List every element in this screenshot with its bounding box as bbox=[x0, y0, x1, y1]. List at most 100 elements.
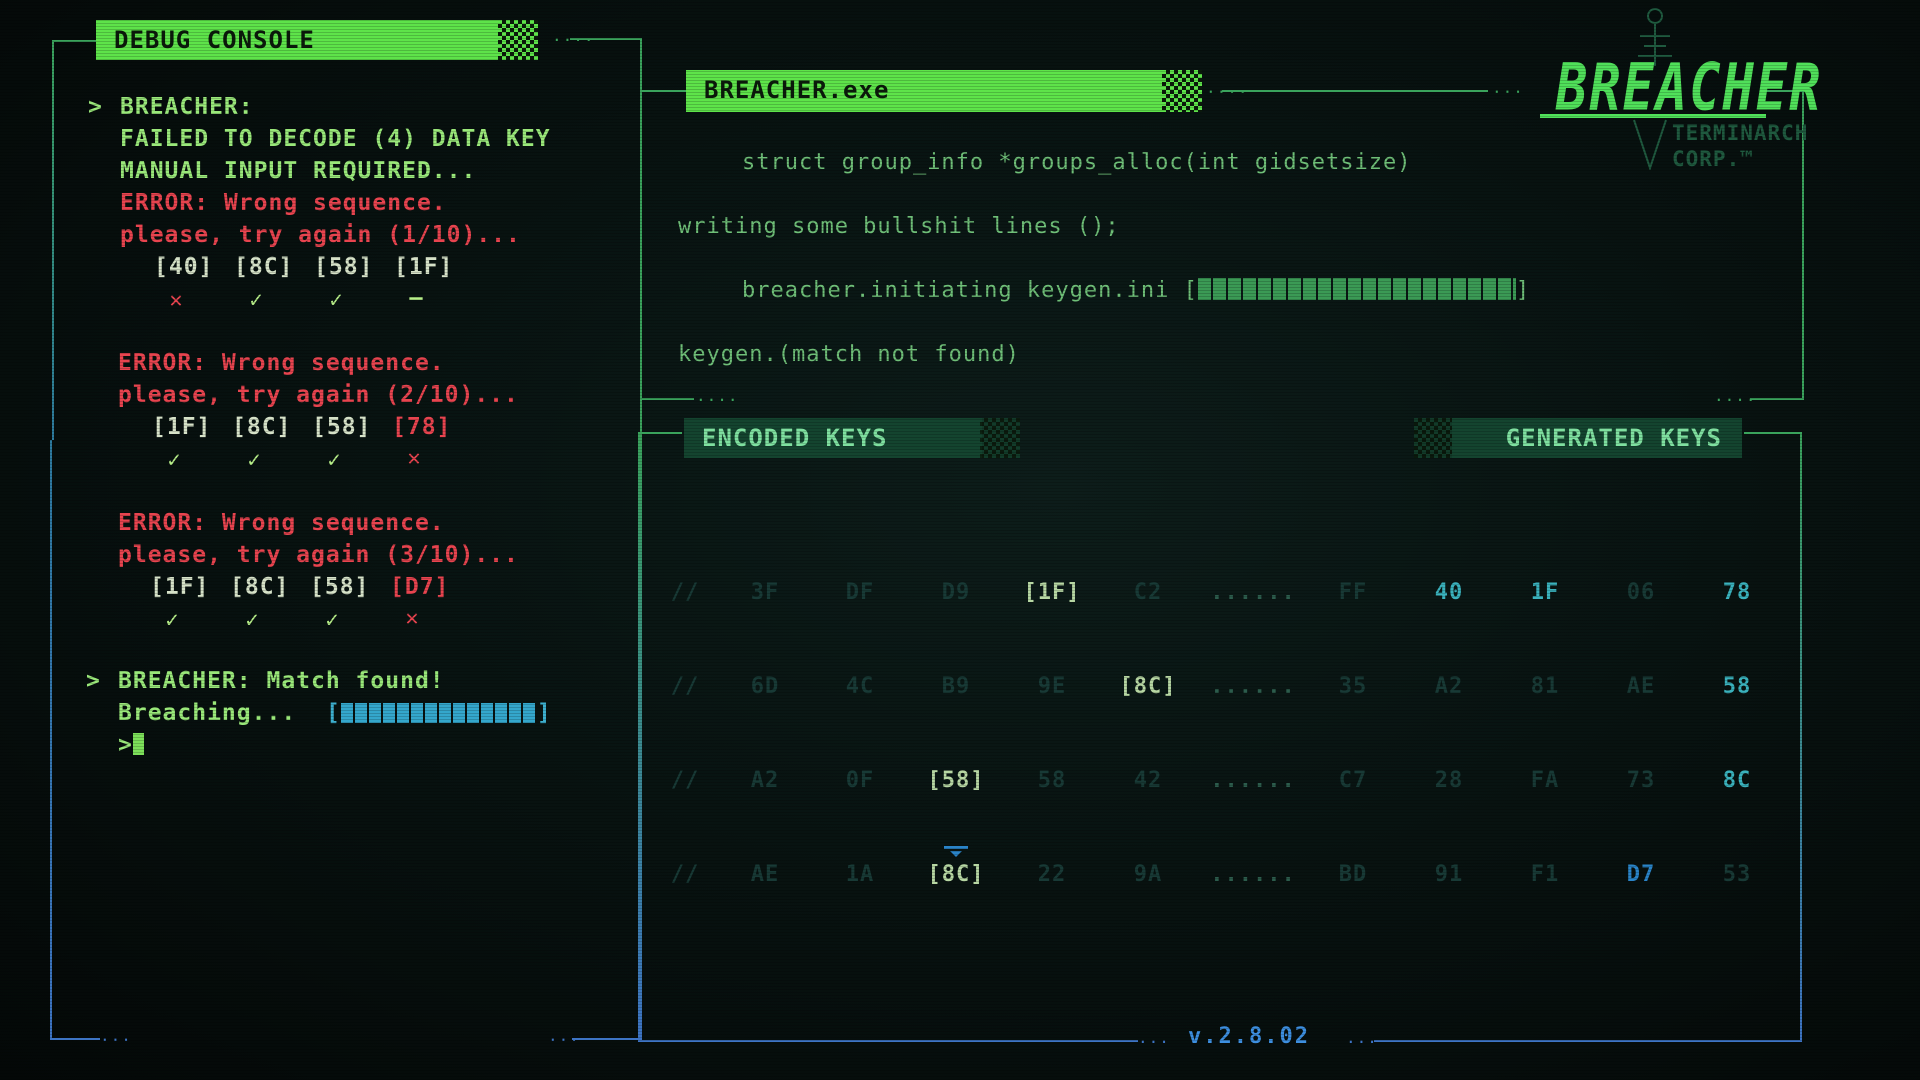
generated-key-cell[interactable]: FA bbox=[1500, 768, 1590, 793]
encoded-key-cell[interactable]: D9 bbox=[911, 580, 1001, 605]
console-input[interactable]: > bbox=[118, 732, 144, 758]
attempt-key: [1F] bbox=[394, 254, 454, 280]
logo-underline bbox=[1540, 114, 1766, 118]
frame-line bbox=[640, 90, 642, 398]
key-separator: ...... bbox=[1210, 862, 1296, 887]
frame-line bbox=[640, 398, 694, 400]
frame-line bbox=[1744, 432, 1802, 434]
error-line: ERROR: Wrong sequence. bbox=[118, 510, 445, 536]
logo-shield-icon bbox=[1633, 119, 1667, 170]
encoded-key-cell[interactable]: [8C] bbox=[911, 862, 1001, 887]
encoded-key-cell[interactable]: 3F bbox=[720, 580, 810, 605]
generated-key-cell[interactable]: C7 bbox=[1308, 768, 1398, 793]
frame-dots: ... bbox=[1346, 1028, 1378, 1047]
frame-line bbox=[640, 432, 682, 434]
generated-key-cell[interactable]: AE bbox=[1596, 674, 1686, 699]
fail-icon: ✕ bbox=[169, 288, 183, 313]
generated-keys-title: GENERATED KEYS bbox=[1452, 418, 1742, 458]
retry-line: please, try again (1/10)... bbox=[120, 222, 521, 248]
selection-arrow-icon bbox=[944, 846, 968, 857]
encoded-key-cell[interactable]: DF bbox=[815, 580, 905, 605]
check-icon: ✓ bbox=[167, 448, 181, 473]
generated-key-cell[interactable]: 81 bbox=[1500, 674, 1590, 699]
generated-key-cell[interactable]: 8C bbox=[1692, 768, 1782, 793]
pending-icon: – bbox=[409, 286, 423, 311]
row-prefix: // bbox=[670, 580, 700, 605]
tab-checker-decor bbox=[980, 418, 1020, 458]
encoded-key-cell[interactable]: 58 bbox=[1007, 768, 1097, 793]
attempt-key: [58] bbox=[310, 574, 370, 600]
check-icon: ✓ bbox=[165, 608, 179, 633]
generated-key-cell[interactable]: 1F bbox=[1500, 580, 1590, 605]
generated-key-cell[interactable]: BD bbox=[1308, 862, 1398, 887]
attempt-key: [1F] bbox=[150, 574, 210, 600]
encoded-key-cell[interactable]: A2 bbox=[720, 768, 810, 793]
generated-key-cell[interactable]: 40 bbox=[1404, 580, 1494, 605]
encoded-key-cell[interactable]: 0F bbox=[815, 768, 905, 793]
attempt-key: [58] bbox=[312, 414, 372, 440]
error-line: ERROR: Wrong sequence. bbox=[120, 190, 447, 216]
encoded-key-cell[interactable]: 9E bbox=[1007, 674, 1097, 699]
check-icon: ✓ bbox=[249, 288, 263, 313]
generated-key-cell[interactable]: 78 bbox=[1692, 580, 1782, 605]
frame-line bbox=[638, 1040, 1138, 1042]
frame-line bbox=[50, 1038, 100, 1040]
frame-line bbox=[1750, 398, 1804, 400]
generated-key-cell[interactable]: D7 bbox=[1596, 862, 1686, 887]
code-line: keygen.(match not found) bbox=[678, 342, 1020, 367]
encoded-key-cell[interactable]: [58] bbox=[911, 768, 1001, 793]
generated-key-cell[interactable]: 06 bbox=[1596, 580, 1686, 605]
text-cursor bbox=[132, 733, 144, 755]
prompt-arrow: > bbox=[88, 94, 103, 120]
encoded-key-cell[interactable]: B9 bbox=[911, 674, 1001, 699]
check-icon: ✓ bbox=[245, 608, 259, 633]
console-line: FAILED TO DECODE (4) DATA KEY bbox=[120, 126, 551, 152]
version-label: v.2.8.02 bbox=[1188, 1024, 1310, 1049]
frame-line bbox=[52, 40, 54, 440]
generated-key-cell[interactable]: 35 bbox=[1308, 674, 1398, 699]
encoded-key-cell[interactable]: 22 bbox=[1007, 862, 1097, 887]
encoded-key-cell[interactable]: 1A bbox=[815, 862, 905, 887]
keygen-progress-fill bbox=[1197, 278, 1516, 300]
retry-line: please, try again (2/10)... bbox=[118, 382, 519, 408]
frame-line bbox=[52, 40, 96, 42]
generated-key-cell[interactable]: 73 bbox=[1596, 768, 1686, 793]
generated-key-cell[interactable]: F1 bbox=[1500, 862, 1590, 887]
generated-key-cell[interactable]: 28 bbox=[1404, 768, 1494, 793]
debug-console-title: DEBUG CONSOLE bbox=[96, 20, 500, 60]
check-icon: ✓ bbox=[329, 288, 343, 313]
check-icon: ✓ bbox=[327, 448, 341, 473]
row-prefix: // bbox=[670, 674, 700, 699]
frame-line bbox=[640, 90, 686, 92]
check-icon: ✓ bbox=[325, 608, 339, 633]
frame-line bbox=[572, 1038, 638, 1040]
keygen-line: breacher.initiating keygen.ini [] bbox=[742, 278, 1530, 303]
frame-dots: ... bbox=[1138, 1028, 1170, 1047]
row-prefix: // bbox=[670, 768, 700, 793]
error-line: ERROR: Wrong sequence. bbox=[118, 350, 445, 376]
breaching-progress-fill bbox=[340, 703, 537, 723]
fail-icon: ✕ bbox=[407, 446, 421, 471]
attempt-key: [8C] bbox=[234, 254, 294, 280]
check-icon: ✓ bbox=[247, 448, 261, 473]
generated-key-cell[interactable]: A2 bbox=[1404, 674, 1494, 699]
encoded-key-cell[interactable]: [1F] bbox=[1007, 580, 1097, 605]
company-name: TERMINARCH bbox=[1672, 121, 1809, 145]
breaching-label: Breaching... bbox=[118, 700, 297, 726]
encoded-key-cell[interactable]: AE bbox=[720, 862, 810, 887]
generated-key-cell[interactable]: 91 bbox=[1404, 862, 1494, 887]
encoded-key-cell[interactable]: 4C bbox=[815, 674, 905, 699]
generated-key-cell[interactable]: FF bbox=[1308, 580, 1398, 605]
generated-key-cell[interactable]: 53 bbox=[1692, 862, 1782, 887]
attempt-key: [D7] bbox=[390, 574, 450, 600]
breacher-exe-title: BREACHER.exe bbox=[686, 70, 1166, 112]
encoded-key-cell[interactable]: 6D bbox=[720, 674, 810, 699]
frame-dots: ... bbox=[548, 1026, 580, 1045]
company-suffix: CORP.™ bbox=[1672, 147, 1754, 171]
fail-icon: ✕ bbox=[405, 606, 419, 631]
attempt-key: [8C] bbox=[230, 574, 290, 600]
frame-line bbox=[638, 432, 640, 1042]
code-line: writing some bullshit lines (); bbox=[678, 214, 1120, 239]
generated-key-cell[interactable]: 58 bbox=[1692, 674, 1782, 699]
key-separator: ...... bbox=[1210, 768, 1296, 793]
